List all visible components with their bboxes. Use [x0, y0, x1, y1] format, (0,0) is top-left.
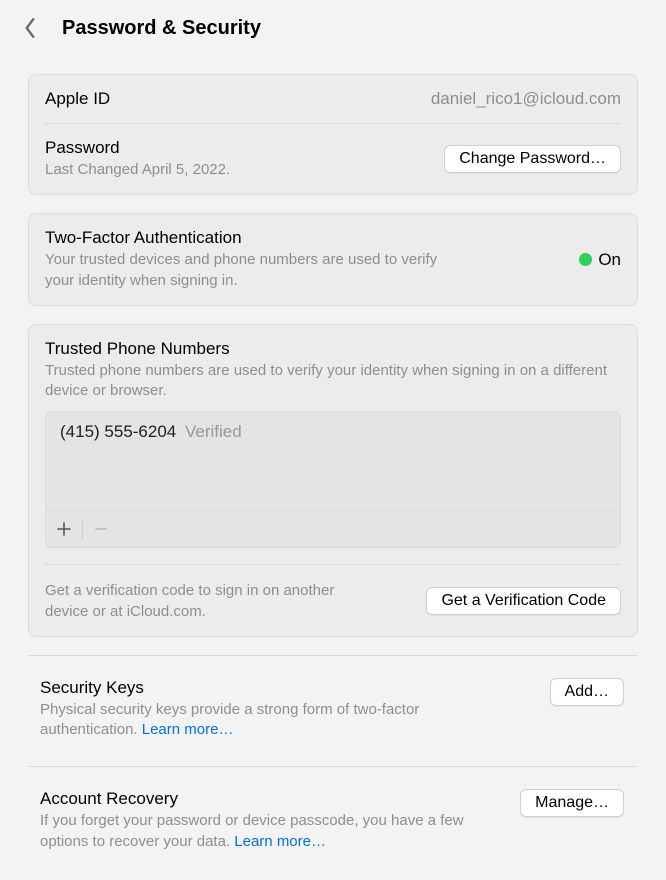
- trusted-phone-item[interactable]: (415) 555-6204 Verified: [46, 412, 620, 511]
- trusted-phone-list: (415) 555-6204 Verified: [45, 411, 621, 548]
- appleid-row: Apple ID daniel_rico1@icloud.com: [29, 75, 637, 123]
- get-verification-code-button[interactable]: Get a Verification Code: [426, 587, 621, 615]
- trusted-desc: Trusted phone numbers are used to verify…: [45, 361, 621, 402]
- password-row: Password Last Changed April 5, 2022. Cha…: [29, 124, 637, 194]
- phone-status: Verified: [185, 422, 242, 441]
- tfa-status-text: On: [598, 250, 621, 270]
- verification-row: Get a verification code to sign in on an…: [29, 565, 637, 636]
- chevron-left-icon: [23, 17, 37, 39]
- account-recovery-learn-more[interactable]: Learn more…: [234, 833, 326, 850]
- back-button[interactable]: [16, 14, 44, 42]
- account-recovery-title: Account Recovery: [40, 789, 480, 809]
- security-keys-section: Security Keys Physical security keys pro…: [28, 664, 638, 759]
- add-phone-button[interactable]: [46, 511, 82, 547]
- titlebar: Password & Security: [0, 0, 666, 56]
- security-keys-add-button[interactable]: Add…: [550, 678, 624, 706]
- phone-number: (415) 555-6204: [60, 422, 176, 441]
- security-keys-learn-more[interactable]: Learn more…: [142, 721, 234, 738]
- trusted-card: Trusted Phone Numbers Trusted phone numb…: [28, 324, 638, 637]
- security-keys-desc: Physical security keys provide a strong …: [40, 700, 480, 741]
- appleid-card: Apple ID daniel_rico1@icloud.com Passwor…: [28, 74, 638, 195]
- appleid-value: daniel_rico1@icloud.com: [431, 89, 621, 109]
- account-recovery-desc: If you forget your password or device pa…: [40, 811, 480, 852]
- plus-icon: [57, 522, 71, 536]
- account-recovery-manage-button[interactable]: Manage…: [520, 789, 624, 817]
- status-dot-icon: [579, 253, 592, 266]
- appleid-label: Apple ID: [45, 89, 110, 109]
- verification-desc: Get a verification code to sign in on an…: [45, 581, 335, 622]
- password-label: Password: [45, 138, 230, 158]
- tfa-label: Two-Factor Authentication: [45, 228, 465, 248]
- page-title: Password & Security: [62, 17, 261, 40]
- tfa-status: On: [579, 250, 621, 270]
- tfa-sub: Your trusted devices and phone numbers a…: [45, 250, 465, 291]
- change-password-button[interactable]: Change Password…: [444, 145, 621, 173]
- remove-phone-button[interactable]: [83, 511, 119, 547]
- minus-icon: [94, 522, 108, 536]
- security-keys-title: Security Keys: [40, 678, 480, 698]
- tfa-row: Two-Factor Authentication Your trusted d…: [29, 214, 637, 305]
- tfa-card: Two-Factor Authentication Your trusted d…: [28, 213, 638, 306]
- trusted-header: Trusted Phone Numbers Trusted phone numb…: [29, 325, 637, 406]
- divider: [28, 766, 638, 767]
- trusted-title: Trusted Phone Numbers: [45, 339, 230, 359]
- password-sub: Last Changed April 5, 2022.: [45, 160, 230, 180]
- phone-list-controls: [46, 511, 620, 547]
- account-recovery-section: Account Recovery If you forget your pass…: [28, 775, 638, 870]
- divider: [28, 655, 638, 656]
